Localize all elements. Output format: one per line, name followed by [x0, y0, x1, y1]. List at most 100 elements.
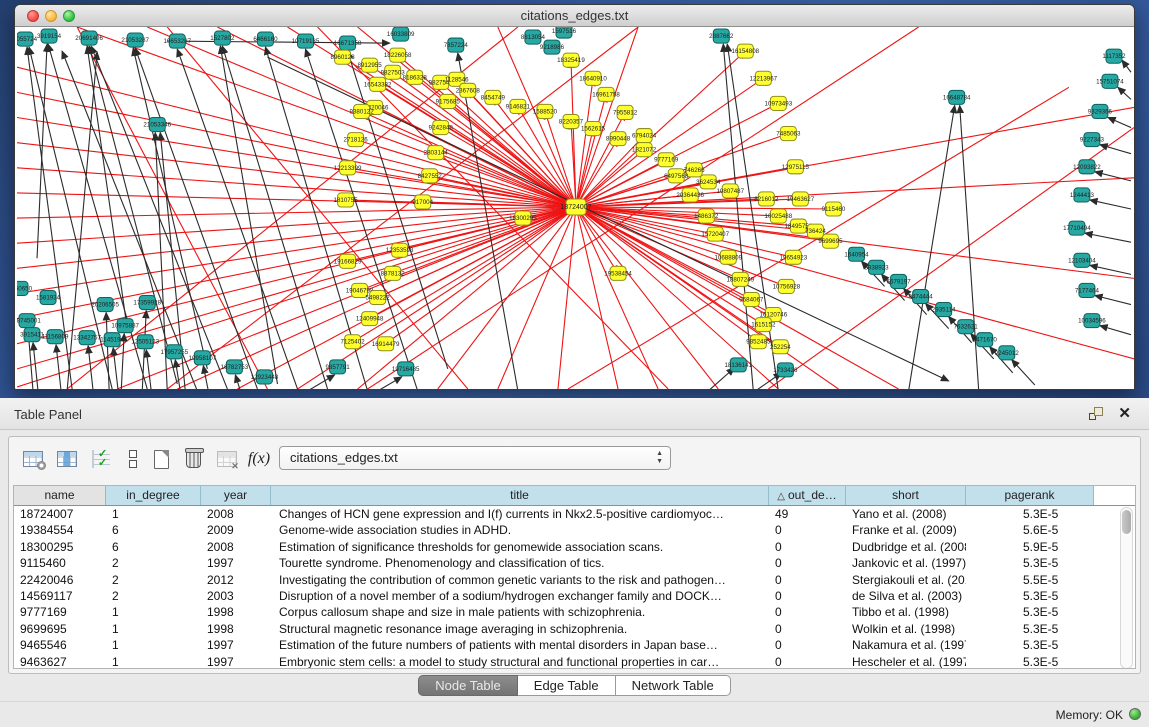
table-cell[interactable]: Genome-wide association studies in ADHD. [271, 522, 769, 538]
table-cell[interactable]: Corpus callosum shape and size in male p… [271, 604, 769, 620]
black-edge[interactable] [87, 46, 127, 329]
table-cell[interactable]: Estimation of significance thresholds fo… [271, 539, 769, 555]
table-cell[interactable]: 1997 [201, 555, 271, 571]
table-cell[interactable]: 1 [106, 637, 201, 653]
red-edge[interactable] [498, 207, 576, 389]
table-cell[interactable]: 22420046 [14, 572, 106, 588]
table-cell[interactable]: 5.5E-5 [966, 572, 1094, 588]
black-edge[interactable] [106, 313, 109, 389]
table-cell[interactable]: Wolkin et al. (1998) [846, 621, 966, 637]
table-cell[interactable]: 5.6E-5 [966, 522, 1094, 538]
black-edge[interactable] [1090, 200, 1131, 209]
table-cell[interactable]: 1 [106, 506, 201, 522]
table-cell[interactable]: 5.3E-5 [966, 637, 1094, 653]
table-row[interactable]: 1872400712008Changes of HCN gene express… [14, 506, 1135, 522]
table-cell[interactable]: 5.3E-5 [966, 621, 1094, 637]
black-edge[interactable] [220, 46, 277, 384]
table-cell[interactable]: Franke et al. (2009) [846, 522, 966, 538]
table-cell[interactable]: 5.3E-5 [966, 604, 1094, 620]
table-row[interactable]: 946554611997Estimation of the future num… [14, 637, 1135, 653]
table-cell[interactable]: 9115460 [14, 555, 106, 571]
tab-edge-table[interactable]: Edge Table [518, 675, 616, 696]
close-panel-icon[interactable]: ✕ [1118, 404, 1131, 422]
table-cell[interactable]: 2003 [201, 588, 271, 604]
table-row[interactable]: 977716911998Corpus callosum shape and si… [14, 604, 1135, 620]
red-edge[interactable] [576, 207, 763, 325]
table-cell[interactable]: 1 [106, 654, 201, 669]
table-cell[interactable]: 2008 [201, 506, 271, 522]
table-row[interactable]: 946362711997Embryonic stem cells: a mode… [14, 654, 1135, 669]
table-cell[interactable]: 2 [106, 588, 201, 604]
function-builder-icon[interactable]: f(x) [245, 445, 273, 473]
red-edge[interactable] [17, 67, 576, 207]
table-row[interactable]: 1830029562008Estimation of significance … [14, 539, 1135, 555]
table-cell[interactable]: 14569117 [14, 588, 106, 604]
red-edge[interactable] [576, 207, 658, 389]
table-cell[interactable]: 9777169 [14, 604, 106, 620]
black-edge[interactable] [1012, 360, 1035, 385]
black-edge[interactable] [113, 348, 118, 389]
red-edge[interactable] [17, 168, 576, 207]
table-cell[interactable]: Hescheler et al. (1997) [846, 654, 966, 669]
black-edge[interactable] [909, 105, 955, 389]
table-cell[interactable]: 2008 [201, 539, 271, 555]
table-selector-dropdown[interactable]: citations_edges.txt ▲▼ [279, 446, 671, 470]
tab-network-table[interactable]: Network Table [616, 675, 731, 696]
red-edge[interactable] [362, 111, 576, 207]
table-scrollbar[interactable] [1120, 507, 1133, 669]
red-edge[interactable] [17, 118, 576, 207]
table-scrollbar-thumb[interactable] [1122, 510, 1131, 534]
black-edge[interactable] [235, 375, 240, 389]
table-cell[interactable]: Nakamura et al. (1997) [846, 637, 966, 653]
table-cell[interactable]: Dudbridge et al. (2008) [846, 539, 966, 555]
table-cell[interactable]: 9463627 [14, 654, 106, 669]
table-cell[interactable]: Tourette syndrome. Phenomenology and cla… [271, 555, 769, 571]
column-header-outde[interactable]: △out_de… [769, 486, 846, 505]
table-cell[interactable]: Yano et al. (2008) [846, 506, 966, 522]
table-cell[interactable]: 19384554 [14, 522, 106, 538]
table-row[interactable]: 969969511998Structural magnetic resonanc… [14, 621, 1135, 637]
table-cell[interactable]: 5.3E-5 [966, 654, 1094, 669]
black-edge[interactable] [1085, 233, 1131, 242]
new-table-icon[interactable] [147, 445, 175, 473]
table-cell[interactable]: 6 [106, 539, 201, 555]
table-cell[interactable]: 1997 [201, 637, 271, 653]
table-cell[interactable]: 5.9E-5 [966, 539, 1094, 555]
column-header-pagerank[interactable]: pagerank [966, 486, 1094, 505]
table-cell[interactable]: 49 [769, 506, 846, 522]
table-cell[interactable]: 1 [106, 604, 201, 620]
table-cell[interactable]: Stergiakouli et al. (2012) [846, 572, 966, 588]
table-cell[interactable]: 9465546 [14, 637, 106, 653]
table-cell[interactable]: Jankovic et al. (1997) [846, 555, 966, 571]
table-cell[interactable]: 0 [769, 522, 846, 538]
table-cell[interactable]: 5.3E-5 [966, 555, 1094, 571]
window-titlebar[interactable]: citations_edges.txt [15, 5, 1134, 27]
table-cell[interactable]: 1 [106, 621, 201, 637]
black-edge[interactable] [1118, 87, 1131, 99]
delete-table-icon[interactable] [179, 445, 207, 473]
table-cell[interactable]: 0 [769, 604, 846, 620]
black-edge[interactable] [378, 377, 402, 389]
table-cell[interactable]: 5.3E-5 [966, 506, 1094, 522]
black-edge[interactable] [222, 46, 327, 389]
red-edge[interactable] [370, 207, 576, 319]
table-cell[interactable]: 0 [769, 539, 846, 555]
table-cell[interactable]: 0 [769, 621, 846, 637]
black-edge[interactable] [1108, 118, 1131, 128]
table-cell[interactable]: 5.3E-5 [966, 588, 1094, 604]
table-cell[interactable]: Structural magnetic resonance image aver… [271, 621, 769, 637]
black-edge[interactable] [37, 44, 47, 258]
table-cell[interactable]: 0 [769, 555, 846, 571]
table-cell[interactable]: Embryonic stem cells: a model to study s… [271, 654, 769, 669]
table-cell[interactable]: 0 [769, 572, 846, 588]
black-edge[interactable] [1122, 60, 1131, 72]
column-header-short[interactable]: short [846, 486, 966, 505]
column-header-name[interactable]: name [14, 486, 106, 505]
table-cell[interactable]: 1997 [201, 654, 271, 669]
red-edge[interactable] [558, 207, 576, 389]
red-edge[interactable] [386, 207, 576, 344]
table-cell[interactable]: 0 [769, 654, 846, 669]
table-cell[interactable]: Disruption of a novel member of a sodium… [271, 588, 769, 604]
black-edge[interactable] [1100, 326, 1131, 335]
table-settings-icon[interactable] [19, 445, 47, 473]
